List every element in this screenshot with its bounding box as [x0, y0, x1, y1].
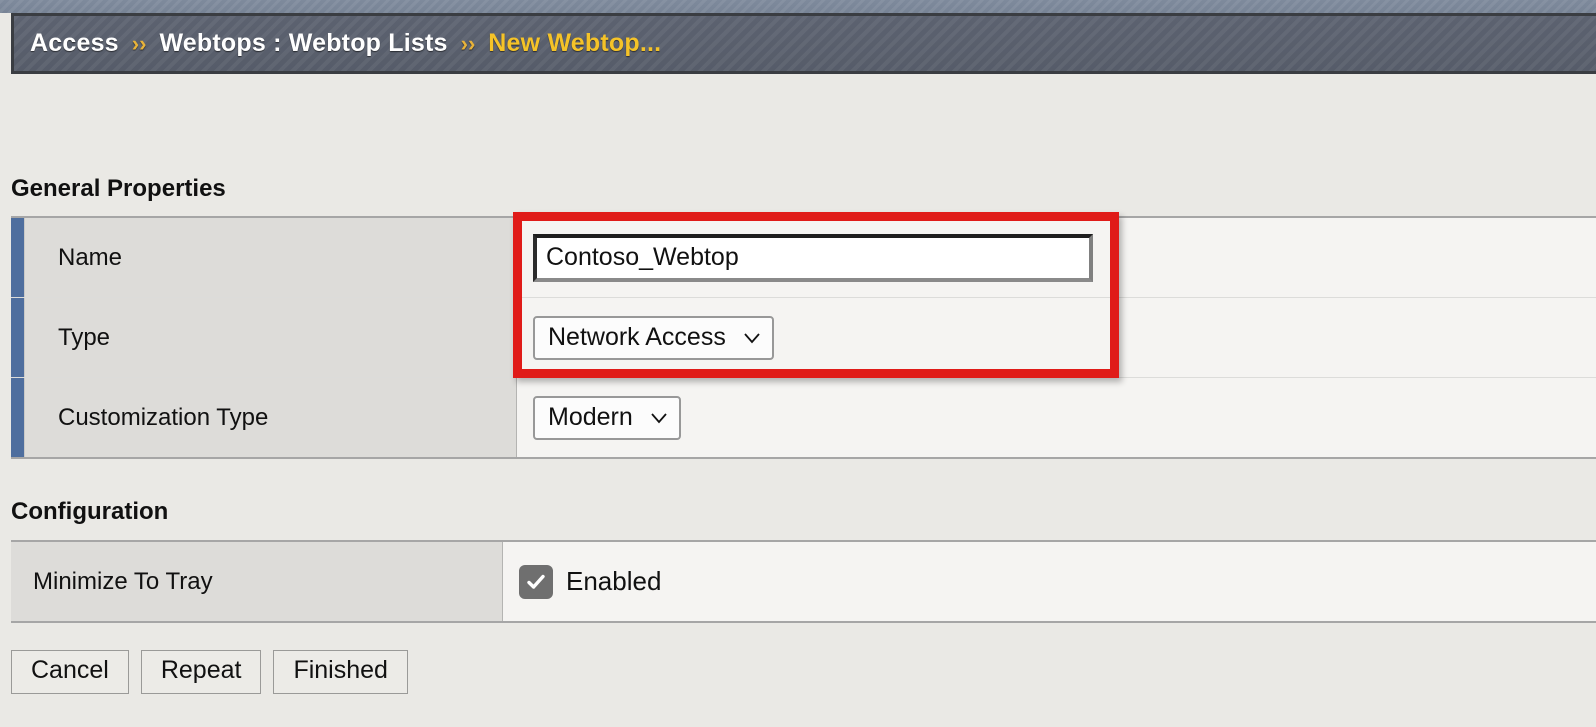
configuration-heading: Configuration — [11, 498, 169, 525]
breadcrumb-item-access[interactable]: Access — [30, 29, 119, 58]
form-action-buttons: Cancel Repeat Finished — [11, 650, 408, 694]
breadcrumb-separator-icon: ›› — [460, 30, 476, 56]
row-label-minimize-to-tray: Minimize To Tray — [11, 542, 503, 621]
row-value-type: Network Access — [517, 298, 1596, 377]
breadcrumb: Access ›› Webtops : Webtop Lists ›› New … — [11, 13, 1596, 74]
table-row-customization-type: Customization Type Modern — [11, 378, 1596, 457]
checkmark-icon — [525, 571, 547, 593]
cancel-button[interactable]: Cancel — [11, 650, 129, 694]
repeat-button[interactable]: Repeat — [140, 650, 262, 694]
window-top-strip — [0, 0, 1596, 13]
customization-type-select[interactable]: Modern — [533, 395, 681, 440]
chevron-down-icon — [649, 408, 669, 428]
minimize-to-tray-checkbox-label: Enabled — [566, 566, 662, 596]
row-accent-bar — [11, 378, 25, 457]
finished-button[interactable]: Finished — [273, 650, 408, 694]
row-value-minimize-to-tray: Enabled — [503, 542, 1596, 621]
configuration-table: Minimize To Tray Enabled — [11, 540, 1596, 623]
minimize-to-tray-checkbox[interactable] — [519, 564, 553, 599]
type-select-value: Network Access — [548, 323, 726, 351]
general-properties-table: Name Contoso_Webtop Type Network Access … — [11, 216, 1596, 459]
table-row-minimize-to-tray: Minimize To Tray Enabled — [11, 542, 1596, 621]
chevron-down-icon — [742, 328, 762, 348]
breadcrumb-item-new-webtop: New Webtop... — [488, 29, 662, 57]
table-row-type: Type Network Access — [11, 298, 1596, 378]
table-row-name: Name Contoso_Webtop — [11, 218, 1596, 298]
row-accent-bar — [11, 298, 25, 377]
minimize-to-tray-checkbox-group[interactable]: Enabled — [519, 564, 662, 599]
row-value-customization-type: Modern — [517, 378, 1596, 457]
row-label-name: Name — [25, 218, 517, 297]
breadcrumb-item-webtop-lists[interactable]: Webtops : Webtop Lists — [159, 29, 447, 58]
name-input[interactable]: Contoso_Webtop — [533, 233, 1093, 282]
row-accent-bar — [11, 218, 25, 297]
type-select[interactable]: Network Access — [533, 315, 774, 360]
row-label-type: Type — [25, 298, 517, 377]
row-value-name: Contoso_Webtop — [517, 218, 1596, 297]
customization-type-select-value: Modern — [548, 403, 633, 431]
general-properties-heading: General Properties — [11, 175, 226, 202]
breadcrumb-separator-icon: ›› — [131, 30, 147, 56]
row-label-customization-type: Customization Type — [25, 378, 517, 457]
